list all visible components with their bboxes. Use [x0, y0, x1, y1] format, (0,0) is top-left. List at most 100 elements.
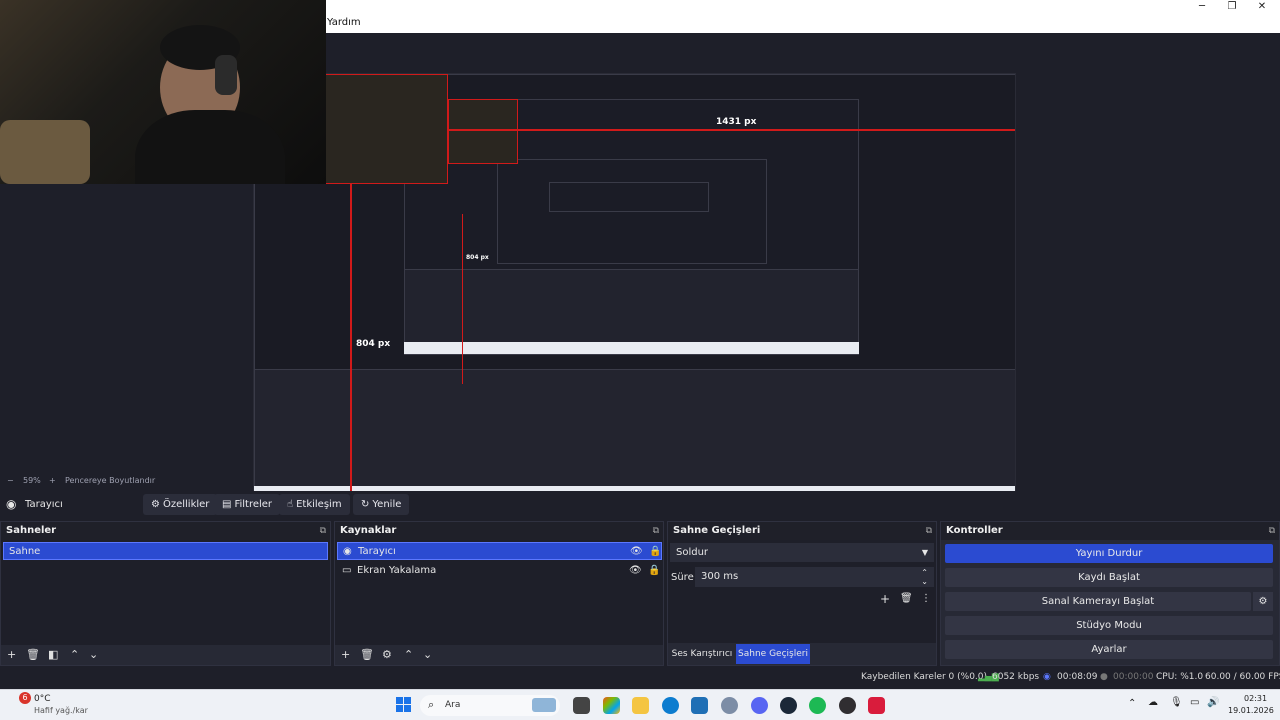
weather-temp[interactable]: 0°C	[34, 694, 51, 704]
eye-icon[interactable]: 👁	[630, 543, 643, 561]
add-icon[interactable]: +	[7, 648, 16, 661]
monitor-icon: ▭	[342, 565, 352, 576]
scenes-footer: + 🗑 ◧ ⌃ ⌄	[1, 645, 330, 665]
maximize-icon[interactable]: ❐	[1217, 0, 1247, 14]
obs-icon[interactable]	[839, 697, 856, 714]
properties-button[interactable]: ⚙ Özellikler	[143, 494, 218, 515]
search-placeholder: Ara	[445, 700, 461, 710]
close-icon[interactable]: ✕	[1247, 0, 1277, 14]
discord-icon[interactable]	[751, 697, 768, 714]
gear-icon[interactable]: ⚙	[382, 648, 392, 661]
transition-select[interactable]: Soldur ▼	[670, 543, 934, 562]
task-view-icon[interactable]	[573, 697, 590, 714]
steam-icon[interactable]	[780, 697, 797, 714]
trash-icon[interactable]: 🗑	[900, 593, 913, 604]
undock-icon[interactable]: ⧉	[926, 522, 932, 540]
move-down-icon[interactable]: ⌄	[423, 648, 432, 661]
globe-icon: ◉	[343, 546, 352, 557]
stream-icon: ◉	[1043, 672, 1051, 682]
undock-icon[interactable]: ⧉	[320, 522, 326, 540]
sources-dock: Kaynaklar ⧉ ◉ Tarayıcı 👁 🔒 ▭ Ekran Yakala…	[334, 521, 664, 666]
fps: 60.00 / 60.00 FPS	[1205, 672, 1280, 682]
scene-item[interactable]: Sahne	[3, 542, 328, 560]
source-label: Tarayıcı	[358, 546, 396, 557]
nested-preview-frame-4	[549, 182, 709, 212]
taskbar-search[interactable]: ⌕ Ara	[420, 695, 560, 716]
taskbar: 6 0°C Hafif yağ./kar ⌕ Ara ⌃ ☁ 🎙 ▭ 🔊 02:…	[0, 689, 1280, 720]
add-icon[interactable]: +	[341, 648, 350, 661]
menu-help[interactable]: Yardım	[327, 17, 361, 28]
status-bar: Kaybedilen Kareler 0 (%0.0) ▂▄▆ 6052 kbp…	[0, 668, 1280, 688]
spotify-icon[interactable]	[809, 697, 826, 714]
weather-description[interactable]: Hafif yağ./kar	[34, 706, 88, 715]
settings-button[interactable]: Ayarlar	[945, 640, 1273, 659]
refresh-button[interactable]: ↻ Yenile	[353, 494, 410, 515]
monitor-icon[interactable]: ▭	[1190, 697, 1199, 708]
refresh-label: Yenile	[372, 499, 402, 510]
transitions-header: Sahne Geçişleri ⧉	[668, 522, 936, 540]
trash-icon[interactable]: 🗑	[360, 648, 374, 661]
stop-stream-button[interactable]: Yayını Durdur	[945, 544, 1273, 563]
file-explorer-icon[interactable]	[632, 697, 649, 714]
preview-area[interactable]: 1431 px 804 px 804 px	[0, 0, 1280, 503]
cpu-usage: CPU: %1.0	[1156, 672, 1204, 682]
studio-mode-button[interactable]: Stüdyo Modu	[945, 616, 1273, 635]
edge-icon[interactable]	[662, 697, 679, 714]
filter-icon[interactable]: ◧	[48, 648, 58, 661]
copilot-icon[interactable]	[603, 697, 620, 714]
zoom-in-button[interactable]: +	[49, 476, 56, 485]
spin-down-icon[interactable]: ⌄	[921, 572, 928, 592]
clock-time[interactable]: 02:31	[1244, 694, 1267, 703]
trash-icon[interactable]: 🗑	[26, 648, 40, 661]
add-icon[interactable]: +	[880, 592, 890, 606]
eye-icon[interactable]: 👁	[629, 562, 642, 580]
undock-icon[interactable]: ⧉	[1269, 522, 1275, 540]
store-icon[interactable]	[691, 697, 708, 714]
lock-icon[interactable]: 🔒	[648, 562, 660, 580]
start-recording-button[interactable]: Kaydı Başlat	[945, 568, 1273, 587]
sources-footer: + 🗑 ⚙ ⌃ ⌄	[335, 645, 663, 665]
minimize-icon[interactable]: ─	[1187, 0, 1217, 14]
more-icon[interactable]: ⋮	[921, 593, 931, 604]
virtual-camera-settings-icon[interactable]: ⚙	[1253, 592, 1273, 611]
filters-button[interactable]: ▤ Filtreler	[214, 494, 281, 515]
clock-date[interactable]: 19.01.2026	[1228, 706, 1274, 715]
dropped-frames: Kaybedilen Kareler 0 (%0.0)	[861, 672, 988, 682]
source-item-screen-capture[interactable]: ▭ Ekran Yakalama 👁 🔒	[337, 562, 662, 580]
duration-spinbox[interactable]: 300 ms ⌃ ⌄	[695, 567, 934, 587]
microphone-icon[interactable]: 🎙	[1170, 697, 1183, 708]
nested-webcam-2	[448, 99, 518, 164]
tab-scene-transitions[interactable]: Sahne Geçişleri	[736, 644, 810, 664]
interact-button[interactable]: ☝ Etkileşim	[279, 494, 350, 515]
zoom-out-button[interactable]: −	[7, 476, 14, 485]
inner-height-guide-label: 804 px	[466, 254, 489, 261]
fit-to-window-label[interactable]: Pencereye Boyutlandır	[65, 476, 155, 485]
speaker-icon[interactable]: 🔊	[1207, 697, 1219, 708]
settings-app-icon[interactable]	[721, 697, 738, 714]
undock-icon[interactable]: ⧉	[653, 522, 659, 540]
duration-value: 300 ms	[701, 571, 739, 582]
sources-title: Kaynaklar	[340, 525, 397, 536]
current-source-label: Tarayıcı	[25, 499, 63, 510]
controls-dock: Kontroller ⧉ Yayını Durdur Kaydı Başlat S…	[940, 521, 1280, 666]
cloud-icon[interactable]: ☁	[1148, 697, 1158, 708]
move-up-icon[interactable]: ⌃	[404, 648, 413, 661]
red-app-icon[interactable]	[868, 697, 885, 714]
filter-icon: ▤	[222, 499, 232, 510]
start-virtual-camera-button[interactable]: Sanal Kamerayı Başlat	[945, 592, 1251, 611]
vertical-guide-line	[350, 184, 352, 502]
transitions-title: Sahne Geçişleri	[673, 525, 761, 536]
lock-icon[interactable]: 🔒	[649, 543, 661, 561]
width-guide-label: 1431 px	[716, 117, 757, 127]
source-item-browser[interactable]: ◉ Tarayıcı 👁 🔒	[337, 542, 662, 560]
preview-canvas[interactable]: 1431 px 804 px 804 px	[253, 73, 1016, 503]
source-toolbar: ◉ Tarayıcı ⚙ Özellikler ▤ Filtreler ☝ Etkil…	[0, 491, 1280, 519]
sources-header: Kaynaklar ⧉	[335, 522, 663, 540]
tab-audio-mixer[interactable]: Ses Karıştırıcı	[670, 644, 734, 664]
windows-start-icon[interactable]	[396, 697, 412, 713]
pointer-icon: ☝	[287, 499, 294, 510]
chevron-up-icon[interactable]: ⌃	[1128, 698, 1136, 709]
move-down-icon[interactable]: ⌄	[89, 648, 98, 661]
move-up-icon[interactable]: ⌃	[70, 648, 79, 661]
bitrate: 6052 kbps	[992, 672, 1040, 682]
